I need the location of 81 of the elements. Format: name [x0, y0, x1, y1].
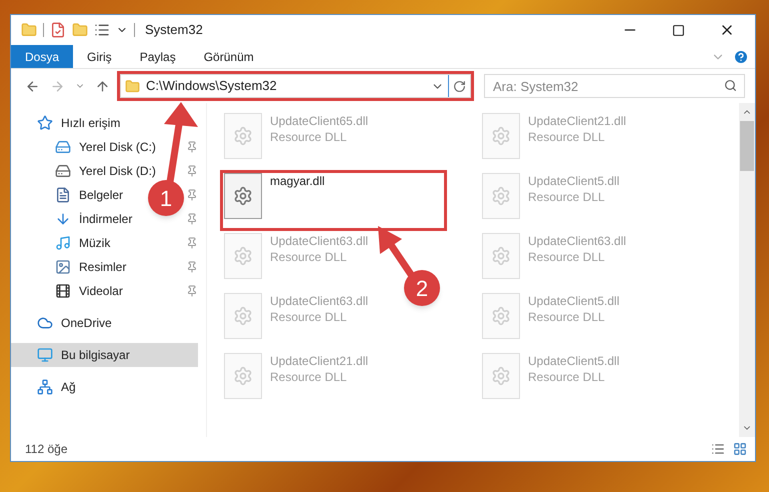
maximize-button[interactable] — [672, 24, 685, 36]
address-path: C:\Windows\System32 — [146, 77, 278, 96]
pin-icon[interactable] — [186, 285, 198, 297]
nav-item[interactable]: OneDrive — [11, 311, 120, 335]
nav-item[interactable]: Resimler — [11, 255, 134, 279]
nav-item[interactable]: Yerel Disk (C:) — [11, 135, 164, 159]
nav-item[interactable]: Belgeler — [11, 183, 132, 207]
nav-label: İndirmeler — [79, 211, 132, 228]
scrollbar-thumb[interactable] — [740, 121, 754, 171]
file-type: Resource DLL — [270, 129, 348, 145]
details-view-icon[interactable] — [711, 442, 725, 456]
ribbon-tab[interactable]: Görünüm — [190, 45, 268, 68]
large-icons-view-icon[interactable] — [733, 442, 747, 456]
item-count: 112 öğe — [25, 441, 68, 458]
monitor-icon — [37, 347, 53, 363]
nav-label: Hızlı erişim — [61, 115, 120, 132]
pin-icon[interactable] — [186, 141, 198, 153]
drive-icon — [55, 163, 71, 179]
file-type: Resource DLL — [270, 369, 348, 385]
file-type: Resource DLL — [528, 309, 606, 325]
music-note-icon — [55, 235, 71, 251]
file-icon — [224, 113, 262, 159]
file-icon — [224, 173, 262, 219]
window-title: System32 — [145, 21, 203, 40]
refresh-icon[interactable] — [453, 80, 466, 92]
file-icon — [482, 173, 520, 219]
star-icon — [37, 115, 53, 131]
nav-label: Videolar — [79, 283, 123, 300]
film-icon — [55, 283, 71, 299]
network-icon — [37, 379, 53, 395]
file-type: Resource DLL — [528, 189, 606, 205]
ribbon-tab[interactable]: Paylaş — [126, 45, 190, 68]
help-icon[interactable] — [733, 48, 749, 64]
pin-icon[interactable] — [186, 213, 198, 225]
nav-label: Bu bilgisayar — [61, 347, 130, 364]
file-type: Resource DLL — [528, 129, 606, 145]
nav-label: Resimler — [79, 259, 126, 276]
ribbon-tab[interactable]: Dosya — [11, 45, 74, 68]
search-icon[interactable] — [724, 79, 737, 92]
nav-item[interactable]: İndirmeler — [11, 207, 140, 231]
nav-label: Ağ — [61, 379, 76, 396]
list-icon[interactable] — [94, 22, 110, 38]
pin-icon[interactable] — [186, 237, 198, 249]
pin-icon[interactable] — [186, 165, 198, 177]
file-icon — [482, 113, 520, 159]
file-icon — [224, 293, 262, 339]
document-icon — [55, 187, 71, 203]
file-icon — [224, 233, 262, 279]
nav-label: Yerel Disk (C:) — [79, 139, 156, 156]
nav-item[interactable]: Videolar — [11, 279, 131, 303]
file-type: Resource DLL — [528, 369, 606, 385]
file-icon — [482, 233, 520, 279]
nav-label: Yerel Disk (D:) — [79, 163, 156, 180]
back-button[interactable] — [25, 78, 40, 94]
cloud-icon — [37, 315, 53, 331]
nav-item[interactable]: Müzik — [11, 231, 118, 255]
file-type: Resource DLL — [270, 309, 348, 325]
drive-icon — [55, 139, 71, 155]
file-icon — [482, 353, 520, 399]
nav-item[interactable]: Hızlı erişim — [11, 111, 128, 135]
nav-item[interactable]: Ağ — [11, 375, 84, 399]
up-button[interactable] — [95, 78, 110, 94]
ribbon-tab[interactable]: Giriş — [73, 45, 126, 68]
nav-label: Belgeler — [79, 187, 124, 204]
picture-icon — [55, 259, 71, 275]
file-icon — [482, 293, 520, 339]
scrollbar[interactable] — [739, 103, 755, 437]
folder-icon — [125, 78, 140, 94]
file-name[interactable]: magyar.dll — [270, 173, 325, 189]
file-type: Resource DLL — [528, 249, 606, 265]
nav-label: Müzik — [79, 235, 110, 252]
properties-icon[interactable] — [50, 22, 66, 38]
pin-icon[interactable] — [186, 189, 198, 201]
file-icon — [224, 353, 262, 399]
address-bar[interactable]: C:\Windows\System32 — [120, 74, 471, 98]
search-field[interactable]: Ara: System32 — [484, 74, 745, 98]
nav-item[interactable]: Yerel Disk (D:) — [11, 159, 164, 183]
nav-item[interactable]: Bu bilgisayar — [11, 343, 198, 367]
file-type: Resource DLL — [270, 249, 348, 265]
nav-label: OneDrive — [61, 315, 112, 332]
pin-icon[interactable] — [186, 261, 198, 273]
